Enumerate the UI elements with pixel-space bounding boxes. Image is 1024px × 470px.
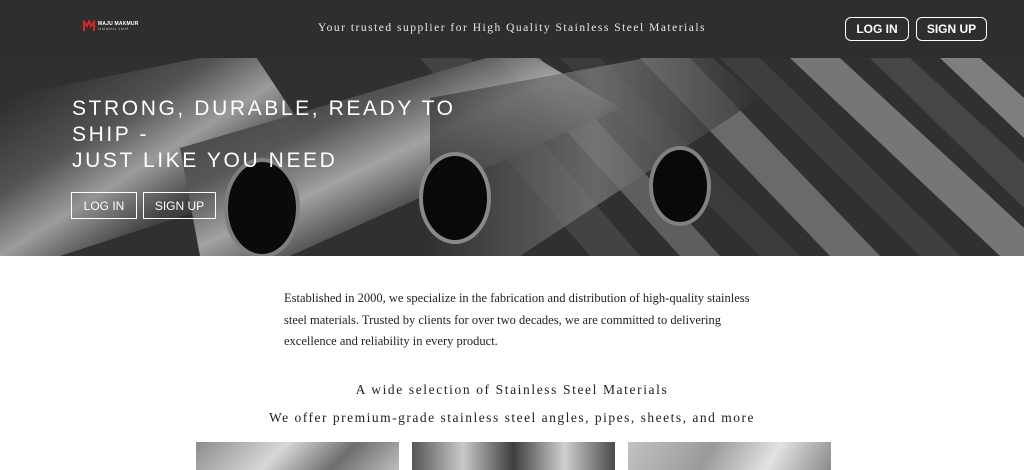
header-login-button[interactable]: LOG IN	[845, 17, 909, 41]
hero-headline-line-3: JUST LIKE YOU NEED	[72, 149, 338, 172]
products-section-subtitle: We offer premium-grade stainless steel a…	[268, 410, 756, 425]
hero-banner: STRONG, DURABLE, READY TO SHIP - JUST LI…	[0, 58, 1024, 256]
about-paragraph: Established in 2000, we specialize in th…	[284, 291, 750, 348]
products-section-title: A wide selection of Stainless Steel Mate…	[355, 382, 669, 397]
hero-headline-line-2: SHIP -	[72, 123, 150, 146]
header-signup-button[interactable]: SIGN UP	[916, 17, 987, 41]
hero-headline: STRONG, DURABLE, READY TO SHIP - JUST LI…	[72, 96, 512, 174]
product-image-pipes[interactable]	[412, 442, 615, 470]
hero-login-button[interactable]: LOG IN	[71, 192, 137, 219]
product-image-sheets[interactable]	[628, 442, 831, 470]
hero-headline-line-1: STRONG, DURABLE, READY TO	[72, 97, 456, 120]
top-navbar: MAJU MAKMUR stainless steel Your trusted…	[0, 0, 1024, 58]
hero-signup-button[interactable]: SIGN UP	[143, 192, 216, 219]
product-image-angles[interactable]	[196, 442, 399, 470]
